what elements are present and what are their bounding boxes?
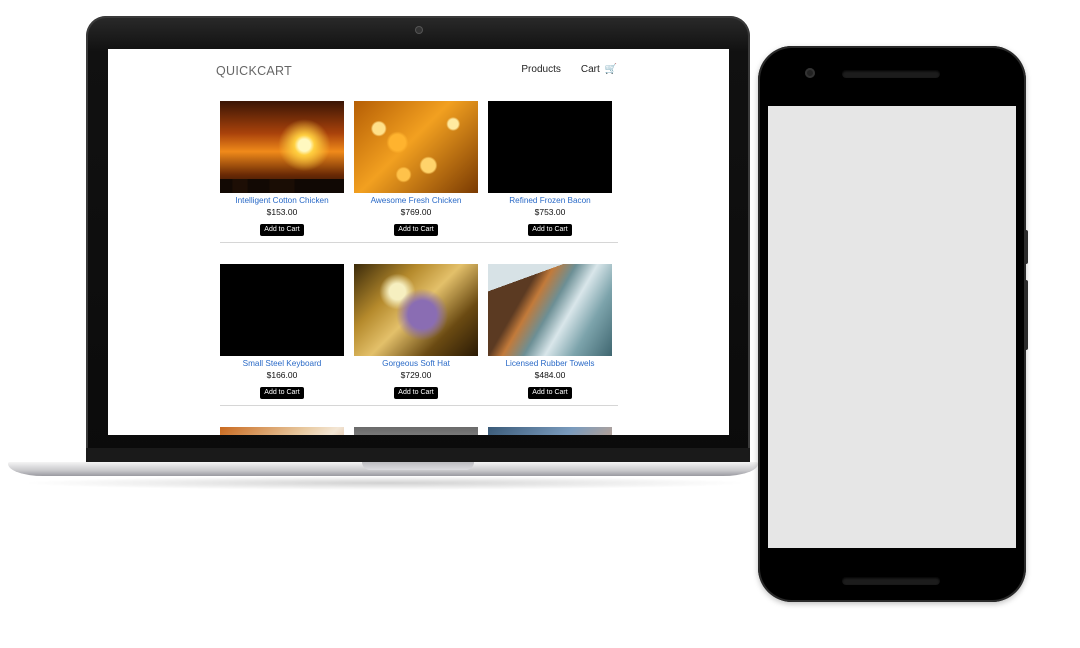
add-to-cart-button[interactable]: Add to Cart <box>260 387 304 399</box>
add-to-cart-button[interactable]: Add to Cart <box>394 387 438 399</box>
laptop-hinge <box>86 448 750 462</box>
product-card <box>488 427 612 435</box>
nav-cart-label: Cart <box>580 64 600 75</box>
laptop-shadow <box>20 476 750 490</box>
product-image[interactable] <box>354 427 478 435</box>
product-image[interactable] <box>488 264 612 356</box>
laptop-camera <box>416 27 422 33</box>
nav-products-link[interactable]: Products <box>521 64 560 75</box>
add-to-cart-button[interactable]: Add to Cart <box>394 224 438 236</box>
product-image[interactable] <box>488 101 612 193</box>
add-to-cart-button[interactable]: Add to Cart <box>528 387 572 399</box>
product-price: $153.00 <box>266 207 298 217</box>
product-card: Awesome Fresh Chicken $769.00 Add to Car… <box>354 101 478 236</box>
product-price: $484.00 <box>534 370 566 380</box>
product-name-link[interactable]: Licensed Rubber Towels <box>488 359 612 369</box>
phone-speaker-top <box>842 70 940 78</box>
product-card: Licensed Rubber Towels $484.00 Add to Ca… <box>488 264 612 399</box>
product-card <box>354 427 478 435</box>
product-row: Small Steel Keyboard $166.00 Add to Cart… <box>220 264 618 406</box>
product-card: Small Steel Keyboard $166.00 Add to Cart <box>220 264 344 399</box>
product-name-link[interactable]: Small Steel Keyboard <box>220 359 344 369</box>
product-name-link[interactable]: Awesome Fresh Chicken <box>354 196 478 206</box>
laptop-notch <box>362 462 474 470</box>
product-card: Refined Frozen Bacon $753.00 Add to Cart <box>488 101 612 236</box>
product-card <box>220 427 344 435</box>
product-name-link[interactable]: Refined Frozen Bacon <box>488 196 612 206</box>
nav-cart-link[interactable]: Cart 🛒 <box>581 64 617 75</box>
product-price: $753.00 <box>534 207 566 217</box>
product-price: $769.00 <box>400 207 432 217</box>
product-price: $166.00 <box>266 370 298 380</box>
brand-logo[interactable]: QUICKCART <box>216 64 292 78</box>
add-to-cart-button[interactable]: Add to Cart <box>260 224 304 236</box>
product-row-partial <box>220 427 618 435</box>
phone-screen <box>768 106 1016 548</box>
site-header: QUICKCART Products Cart 🛒 <box>108 49 729 93</box>
product-grid: Intelligent Cotton Chicken $153.00 Add t… <box>220 101 618 435</box>
product-image[interactable] <box>220 101 344 193</box>
add-to-cart-button[interactable]: Add to Cart <box>528 224 572 236</box>
product-name-link[interactable]: Gorgeous Soft Hat <box>354 359 478 369</box>
phone-speaker-bottom <box>842 577 940 585</box>
phone-power-button <box>1024 280 1028 350</box>
phone-volume-button <box>1024 230 1028 264</box>
product-price: $729.00 <box>400 370 432 380</box>
main-nav: Products Cart 🛒 <box>521 64 617 75</box>
product-row: Intelligent Cotton Chicken $153.00 Add t… <box>220 101 618 243</box>
product-name-link[interactable]: Intelligent Cotton Chicken <box>220 196 344 206</box>
product-image[interactable] <box>488 427 612 435</box>
phone-camera <box>805 68 815 78</box>
shopping-cart-icon: 🛒 <box>604 64 617 75</box>
product-image[interactable] <box>220 427 344 435</box>
laptop-screen: QUICKCART Products Cart 🛒 Intelligent Co… <box>108 49 729 435</box>
product-image[interactable] <box>220 264 344 356</box>
product-card: Intelligent Cotton Chicken $153.00 Add t… <box>220 101 344 236</box>
product-image[interactable] <box>354 101 478 193</box>
product-image[interactable] <box>354 264 478 356</box>
product-card: Gorgeous Soft Hat $729.00 Add to Cart <box>354 264 478 399</box>
